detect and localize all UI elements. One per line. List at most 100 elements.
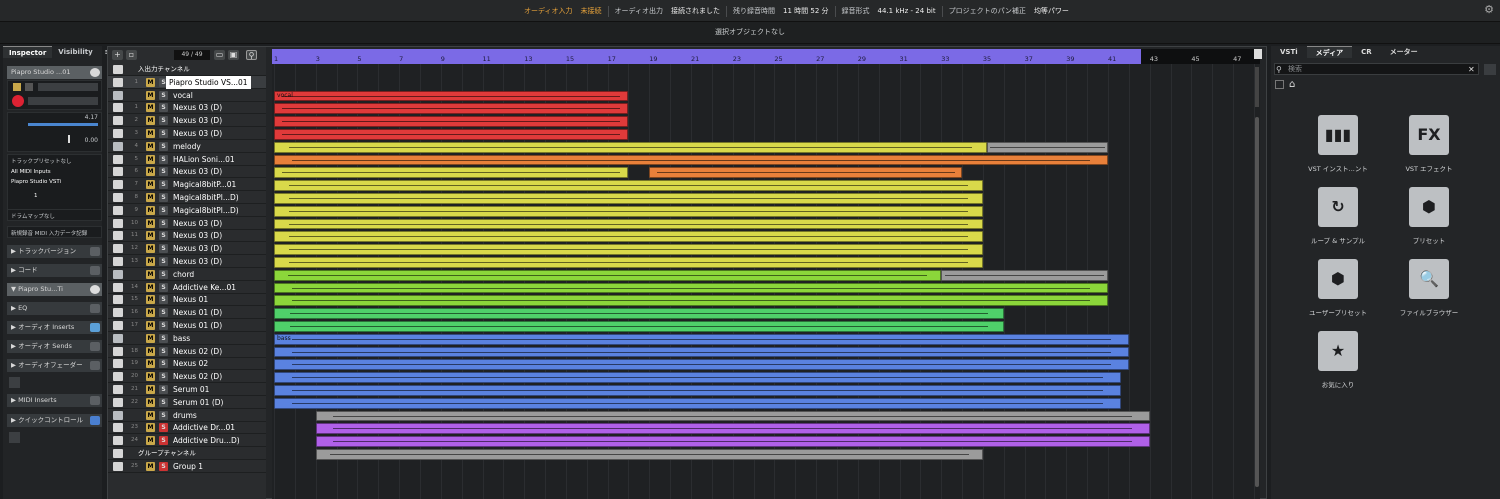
track-row[interactable]: 24 M S Addictive Dru...D): [108, 434, 266, 448]
section-chord[interactable]: ▶ コード: [7, 264, 102, 277]
add-track-button[interactable]: +: [112, 50, 123, 60]
gear-icon[interactable]: ⚙: [1482, 3, 1496, 17]
track-row[interactable]: 3 M S Nexus 03 (D): [108, 127, 266, 140]
track-row[interactable]: M Schord: [108, 268, 266, 281]
mute-button[interactable]: M: [146, 231, 155, 241]
edit-icon[interactable]: [90, 68, 100, 77]
solo-button[interactable]: S: [159, 116, 168, 126]
track-row[interactable]: 2 M S Nexus 03 (D): [108, 114, 266, 128]
section-audio-inserts[interactable]: ▶ オーディオ Inserts: [7, 321, 102, 334]
user-presets-icon[interactable]: ⬢: [1318, 259, 1358, 299]
file-browser-icon[interactable]: 🔍: [1409, 259, 1449, 299]
track-row[interactable]: 5 M S HALion Soni...01: [108, 153, 266, 166]
solo-button[interactable]: S: [159, 359, 168, 369]
track-row[interactable]: 7 M S Magical8bitP...01: [108, 178, 266, 192]
mute-button[interactable]: M: [146, 205, 155, 215]
tab-visibility[interactable]: Visibility: [52, 46, 98, 58]
mute-button[interactable]: M: [146, 295, 155, 305]
event-display[interactable]: vocal bass: [272, 64, 1260, 499]
vertical-scrollbar[interactable]: [1255, 117, 1259, 487]
section-track-versions[interactable]: ▶ トラックバージョン: [7, 245, 102, 258]
midi-part[interactable]: [274, 257, 983, 268]
midi-part[interactable]: [274, 372, 1121, 383]
track-row[interactable]: 1 M S Piapro Studio VS...01: [108, 75, 266, 89]
vst-effects-icon[interactable]: FX: [1409, 115, 1449, 155]
track-row[interactable]: 20 M S Nexus 02 (D): [108, 370, 266, 384]
mute-button[interactable]: M: [146, 372, 155, 382]
visibility-icon[interactable]: ▭: [214, 50, 225, 60]
mute-button[interactable]: M: [146, 103, 155, 113]
track-row[interactable]: 入出力チャンネル: [108, 63, 266, 76]
add-folder-icon[interactable]: ▫: [126, 50, 137, 60]
presets-icon[interactable]: ⬢: [1409, 187, 1449, 227]
section-audio-fader[interactable]: ▶ オーディオフェーダー: [7, 359, 102, 372]
mute-button[interactable]: M: [146, 269, 155, 279]
mute-button[interactable]: M: [146, 385, 155, 394]
solo-button[interactable]: S: [159, 410, 168, 420]
track-row[interactable]: 23 M S Addictive Dr...01: [108, 421, 266, 435]
midi-part[interactable]: vocal: [274, 90, 629, 102]
track-preset-field[interactable]: トラックプリセットなし: [8, 155, 101, 167]
solo-button[interactable]: S: [159, 231, 168, 241]
mute-button[interactable]: M: [146, 90, 155, 100]
midi-part[interactable]: [274, 321, 1004, 332]
midi-part[interactable]: [941, 269, 1108, 281]
solo-button[interactable]: S: [159, 167, 168, 177]
loops-samples-icon[interactable]: ↻: [1318, 187, 1358, 227]
solo-button[interactable]: S: [159, 372, 168, 382]
solo-button[interactable]: S: [159, 436, 168, 446]
mute-button[interactable]: [13, 83, 21, 91]
track-row[interactable]: M Sbass: [108, 332, 266, 345]
mute-button[interactable]: M: [146, 257, 155, 266]
favorites-icon[interactable]: ★: [1318, 331, 1358, 371]
solo-button[interactable]: S: [159, 385, 168, 394]
section-quick-controls[interactable]: ▶ クイックコントロール: [7, 414, 102, 427]
mute-button[interactable]: M: [146, 77, 155, 87]
midi-part[interactable]: [274, 282, 1108, 294]
track-row[interactable]: 18 M S Nexus 02 (D): [108, 345, 266, 358]
mute-button[interactable]: M: [146, 282, 155, 292]
track-row[interactable]: 17 M S Nexus 01 (D): [108, 319, 266, 332]
midi-part[interactable]: [274, 397, 1121, 409]
solo-button[interactable]: S: [159, 180, 168, 190]
solo-button[interactable]: [25, 83, 33, 91]
mute-button[interactable]: M: [146, 116, 155, 126]
solo-button[interactable]: S: [159, 218, 168, 228]
midi-part[interactable]: [274, 193, 983, 204]
solo-button[interactable]: S: [159, 397, 168, 407]
midi-part[interactable]: [315, 449, 983, 460]
mute-button[interactable]: M: [146, 129, 155, 138]
solo-button[interactable]: S: [159, 308, 168, 318]
solo-button[interactable]: S: [159, 103, 168, 113]
mute-button[interactable]: M: [146, 346, 155, 356]
solo-button[interactable]: S: [159, 346, 168, 356]
solo-button[interactable]: S: [159, 461, 168, 471]
vst-instruments-icon[interactable]: ▮▮▮: [1318, 115, 1358, 155]
midi-part[interactable]: [315, 436, 1150, 447]
midi-part[interactable]: [315, 423, 1150, 435]
track-row[interactable]: 12 M S Nexus 03 (D): [108, 242, 266, 256]
midi-part[interactable]: [274, 385, 1121, 396]
solo-button[interactable]: S: [159, 333, 168, 343]
ruler-menu-icon[interactable]: [1254, 49, 1262, 59]
back-checkbox[interactable]: [1275, 80, 1284, 89]
solo-button[interactable]: S: [159, 90, 168, 100]
midi-part[interactable]: bass: [274, 333, 1129, 345]
track-row[interactable]: 8 M S Magical8bitPl...D): [108, 191, 266, 204]
solo-button[interactable]: S: [159, 282, 168, 292]
midi-part[interactable]: [987, 141, 1108, 153]
track-row[interactable]: 21 M S Serum 01: [108, 383, 266, 396]
midi-part[interactable]: [649, 167, 963, 179]
mute-button[interactable]: M: [146, 359, 155, 369]
mute-button[interactable]: M: [146, 436, 155, 446]
section-instrument[interactable]: ▼ Piapro Stu...Ti: [7, 283, 102, 296]
track-row[interactable]: 19 M S Nexus 02: [108, 357, 266, 371]
record-enable-button[interactable]: [12, 95, 24, 107]
midi-part[interactable]: [274, 308, 1004, 319]
home-icon[interactable]: ⌂: [1289, 79, 1295, 90]
solo-button[interactable]: S: [159, 423, 168, 433]
midi-part[interactable]: [274, 295, 1108, 307]
track-row[interactable]: 10 M S Nexus 03 (D): [108, 217, 266, 230]
solo-button[interactable]: S: [159, 269, 168, 279]
solo-button[interactable]: S: [159, 295, 168, 305]
